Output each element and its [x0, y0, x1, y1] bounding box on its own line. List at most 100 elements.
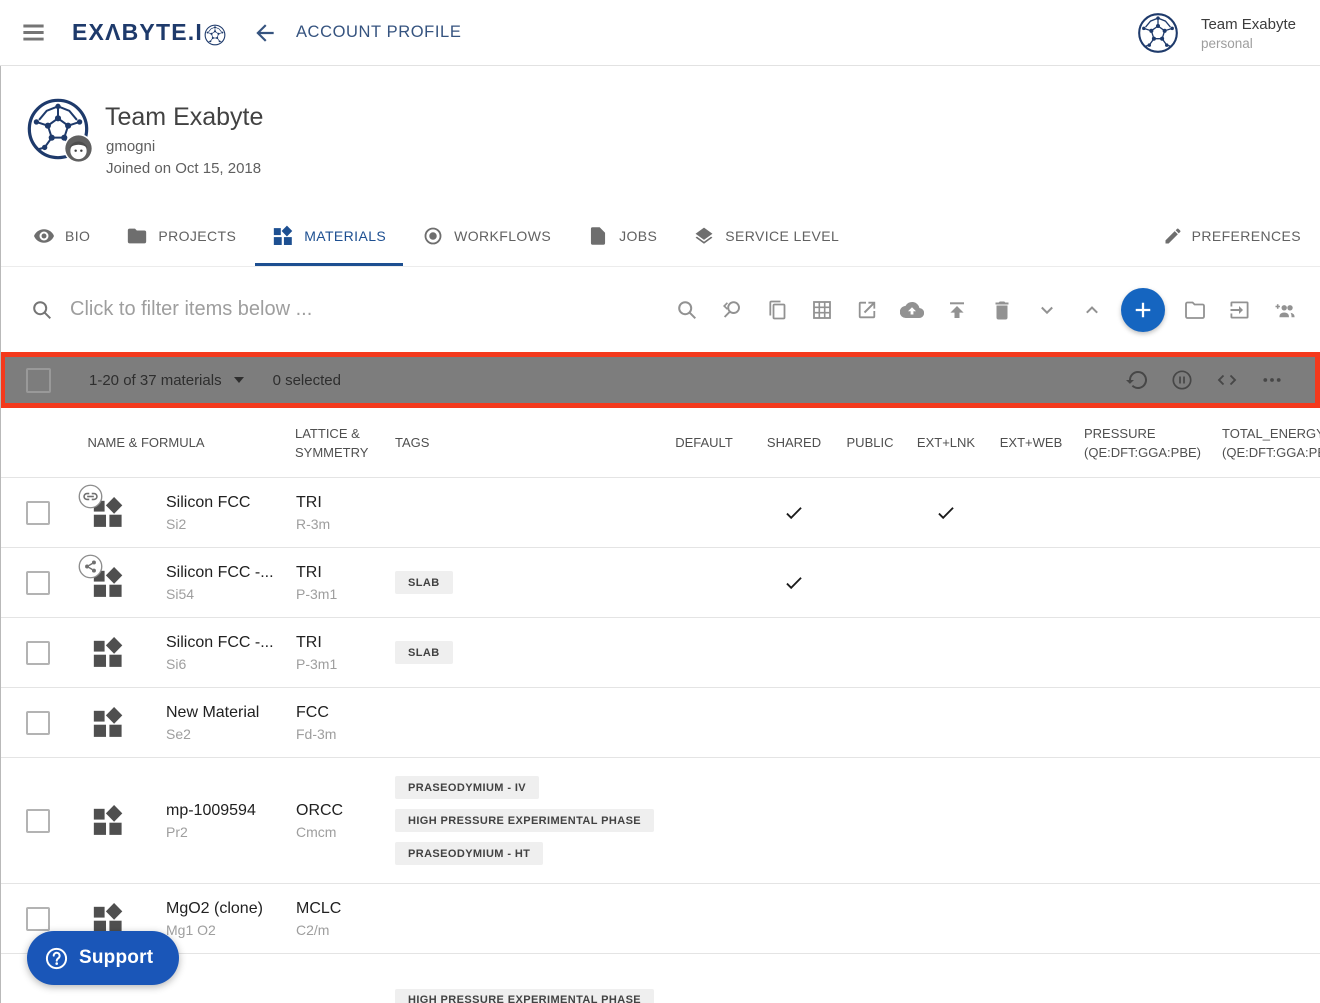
code-icon[interactable]: [1204, 358, 1249, 403]
cell-name-formula: Silicon FCC -...Si6: [152, 618, 292, 687]
material-name[interactable]: Silicon FCC -...: [166, 634, 274, 652]
share-badge-icon: [78, 554, 103, 579]
grid-icon[interactable]: [799, 287, 844, 332]
material-name[interactable]: Silicon FCC -...: [166, 564, 274, 582]
column-ext-lnk[interactable]: EXT+LNK: [906, 433, 986, 452]
tab-projects[interactable]: PROJECTS: [126, 205, 236, 266]
material-icon: [91, 636, 125, 670]
material-formula: Pr2: [166, 824, 188, 840]
cell-name-formula: New MaterialSe2: [152, 688, 292, 757]
search-arrow-icon[interactable]: [709, 287, 754, 332]
folder-outline-icon[interactable]: [1172, 287, 1217, 332]
cell-shared: [754, 758, 834, 883]
more-horiz-icon[interactable]: [1249, 358, 1294, 403]
chevron-up-icon[interactable]: [1069, 287, 1114, 332]
materials-count[interactable]: 1-20 of 37 materials: [89, 372, 222, 389]
table-row: mp-1009594Pr2ORCCCmcmPRASEODYMIUM - IVHI…: [0, 758, 1320, 884]
row-checkbox[interactable]: [26, 501, 50, 525]
delete-icon[interactable]: [979, 287, 1024, 332]
tab-materials[interactable]: MATERIALS: [272, 205, 386, 266]
column-default[interactable]: DEFAULT: [654, 433, 754, 452]
cell-ext-web: [986, 548, 1076, 617]
cell-ext-web: [986, 618, 1076, 687]
menu-icon[interactable]: [10, 10, 56, 56]
cell-select: [0, 478, 64, 547]
tab-jobs[interactable]: JOBS: [587, 205, 657, 266]
open-in-new-icon[interactable]: [844, 287, 889, 332]
pause-circle-icon[interactable]: [1159, 358, 1204, 403]
back-arrow-icon[interactable]: [248, 16, 282, 50]
column-name-formula[interactable]: NAME & FORMULA: [0, 433, 292, 452]
lattice-type: FCC: [296, 704, 329, 722]
row-checkbox[interactable]: [26, 571, 50, 595]
cell-ext-lnk: [906, 954, 986, 1003]
cell-default: [654, 478, 754, 547]
column-total-energy[interactable]: TOTAL_ENERGY(QE:DFT:GGA:PBE): [1214, 424, 1320, 462]
material-icon: [91, 804, 125, 838]
group-add-icon[interactable]: [1262, 287, 1307, 332]
column-shared[interactable]: SHARED: [754, 433, 834, 452]
cell-total-energy: [1214, 954, 1320, 1003]
select-all-checkbox[interactable]: [26, 368, 51, 393]
tab-service-level[interactable]: SERVICE LEVEL: [693, 205, 839, 266]
exabyte-logo[interactable]: EXΛBYTE.I: [72, 19, 226, 46]
cell-icon: [64, 618, 152, 687]
cell-shared: [754, 884, 834, 953]
row-checkbox[interactable]: [26, 907, 50, 931]
current-user-menu[interactable]: Team Exabyte personal: [1137, 0, 1320, 66]
material-name[interactable]: MgO2 (clone): [166, 900, 263, 918]
column-tags[interactable]: TAGS: [392, 433, 654, 452]
tab-workflows[interactable]: WORKFLOWS: [422, 205, 551, 266]
column-ext-web[interactable]: EXT+WEB: [986, 433, 1076, 452]
material-name[interactable]: mp-1009594: [166, 802, 256, 820]
tab-bio[interactable]: BIO: [33, 205, 90, 266]
cell-public: [834, 688, 906, 757]
copy-icon[interactable]: [754, 287, 799, 332]
selection-bar-highlighted: 1-20 of 37 materials 0 selected: [0, 352, 1320, 408]
cell-lattice-symmetry: [292, 954, 392, 1003]
tab-label: JOBS: [619, 228, 657, 244]
publish-icon[interactable]: [934, 287, 979, 332]
cell-pressure: [1076, 758, 1214, 883]
cloud-upload-icon[interactable]: [889, 287, 934, 332]
search-icon[interactable]: [664, 287, 709, 332]
material-name[interactable]: New Material: [166, 704, 259, 722]
row-checkbox[interactable]: [26, 641, 50, 665]
cell-icon: [64, 758, 152, 883]
profile-tabs-bar: BIO PROJECTS MATERIALS WORKFLOWS JOBS SERVICE…: [0, 205, 1320, 267]
import-icon[interactable]: [1217, 287, 1262, 332]
count-dropdown-caret-icon[interactable]: [234, 377, 244, 383]
search-icon: [30, 298, 54, 322]
chevron-down-icon[interactable]: [1024, 287, 1069, 332]
pencil-icon: [1163, 226, 1183, 246]
restore-icon[interactable]: [1114, 358, 1159, 403]
symmetry-group: Cmcm: [296, 824, 336, 840]
column-lattice-symmetry[interactable]: LATTICE &SYMMETRY: [292, 424, 392, 462]
support-button[interactable]: Support: [27, 931, 179, 985]
check-icon: [783, 502, 805, 524]
eye-icon: [33, 225, 55, 247]
cell-total-energy: [1214, 884, 1320, 953]
tag-chip: PRASEODYMIUM - IV: [395, 776, 539, 799]
person-badge-icon: [63, 133, 94, 164]
profile-name: Team Exabyte: [105, 103, 263, 132]
tab-preferences[interactable]: PREFERENCES: [1163, 205, 1301, 267]
row-checkbox[interactable]: [26, 809, 50, 833]
column-public[interactable]: PUBLIC: [834, 433, 906, 452]
column-pressure[interactable]: PRESSURE(QE:DFT:GGA:PBE): [1076, 424, 1214, 462]
cell-pressure: [1076, 688, 1214, 757]
filter-input[interactable]: [70, 298, 630, 321]
tab-label: PROJECTS: [158, 228, 236, 244]
add-material-fab[interactable]: [1121, 288, 1165, 332]
logo-text: EXΛBYTE.I: [72, 19, 203, 46]
cell-name-formula: Silicon FCCSi2: [152, 478, 292, 547]
cell-default: [654, 688, 754, 757]
cell-total-energy: [1214, 758, 1320, 883]
cell-ext-lnk: [906, 758, 986, 883]
check-icon: [783, 572, 805, 594]
material-name[interactable]: Silicon FCC: [166, 494, 250, 512]
cell-lattice-symmetry: FCCFd-3m: [292, 688, 392, 757]
cell-icon: [64, 548, 152, 617]
cell-ext-web: [986, 478, 1076, 547]
row-checkbox[interactable]: [26, 711, 50, 735]
